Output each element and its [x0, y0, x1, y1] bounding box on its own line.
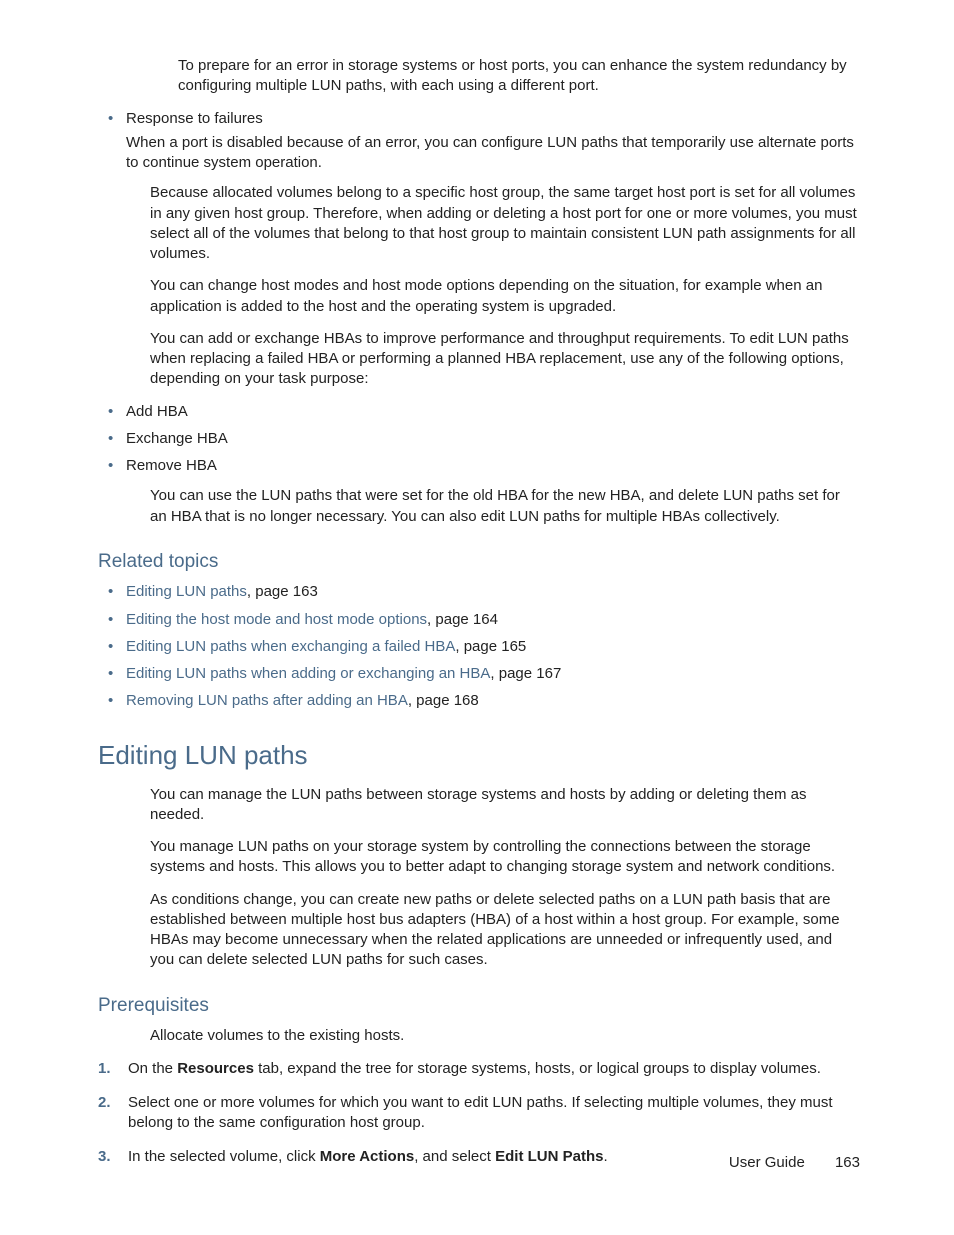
- link-exchanging-failed-hba[interactable]: Editing LUN paths when exchanging a fail…: [126, 638, 455, 655]
- link-editing-lun-paths[interactable]: Editing LUN paths: [126, 583, 247, 600]
- step-1-bold: Resources: [177, 1060, 254, 1077]
- bullet-head-response: Response to failures: [126, 109, 860, 129]
- step-3-after: .: [603, 1148, 607, 1165]
- link-editing-host-mode[interactable]: Editing the host mode and host mode opti…: [126, 611, 427, 628]
- intro-bullet-list: Response to failures When a port is disa…: [98, 109, 860, 174]
- prereq-steps: 1. On the Resources tab, expand the tree…: [98, 1059, 860, 1168]
- step-3-bold2: Edit LUN Paths: [495, 1148, 603, 1165]
- editing-para-2: You manage LUN paths on your storage sys…: [150, 837, 860, 878]
- document-page: To prepare for an error in storage syste…: [0, 0, 954, 1235]
- hba-options-list: Add HBA Exchange HBA Remove HBA: [98, 402, 860, 477]
- step-2: 2. Select one or more volumes for which …: [98, 1093, 860, 1134]
- related-suffix-4: , page 167: [490, 665, 561, 682]
- bullet-body-response: When a port is disabled because of an er…: [126, 134, 854, 171]
- related-suffix-1: , page 163: [247, 583, 318, 600]
- heading-editing-lun-paths: Editing LUN paths: [98, 738, 860, 773]
- footer-label: User Guide: [729, 1154, 805, 1171]
- editing-para-1: You can manage the LUN paths between sto…: [150, 785, 860, 826]
- related-item-2: Editing the host mode and host mode opti…: [98, 610, 860, 630]
- hba-option-exchange: Exchange HBA: [98, 429, 860, 449]
- prereq-para: Allocate volumes to the existing hosts.: [150, 1026, 860, 1046]
- step-3-bold1: More Actions: [320, 1148, 414, 1165]
- related-suffix-3: , page 165: [455, 638, 526, 655]
- related-item-4: Editing LUN paths when adding or exchang…: [98, 664, 860, 684]
- step-1-number: 1.: [98, 1059, 111, 1079]
- step-2-number: 2.: [98, 1093, 111, 1113]
- related-item-3: Editing LUN paths when exchanging a fail…: [98, 637, 860, 657]
- para-hba-intro: You can add or exchange HBAs to improve …: [150, 329, 860, 390]
- step-1-after: tab, expand the tree for storage systems…: [254, 1060, 821, 1077]
- intro-para-redundancy: To prepare for an error in storage syste…: [178, 56, 860, 97]
- related-topics-list: Editing LUN paths, page 163 Editing the …: [98, 582, 860, 711]
- para-host-modes: You can change host modes and host mode …: [150, 276, 860, 317]
- hba-option-add: Add HBA: [98, 402, 860, 422]
- page-footer: User Guide 163: [729, 1154, 860, 1171]
- step-3-mid: , and select: [414, 1148, 495, 1165]
- step-3-number: 3.: [98, 1147, 111, 1167]
- link-removing-lun-paths[interactable]: Removing LUN paths after adding an HBA: [126, 692, 408, 709]
- step-1: 1. On the Resources tab, expand the tree…: [98, 1059, 860, 1079]
- related-item-5: Removing LUN paths after adding an HBA, …: [98, 691, 860, 711]
- heading-related-topics: Related topics: [98, 549, 860, 575]
- related-suffix-2: , page 164: [427, 611, 498, 628]
- page-number: 163: [835, 1154, 860, 1171]
- related-suffix-5: , page 168: [408, 692, 479, 709]
- intro-bullet-response: Response to failures When a port is disa…: [98, 109, 860, 174]
- page-content: To prepare for an error in storage syste…: [98, 56, 860, 1168]
- hba-option-remove: Remove HBA: [98, 456, 860, 476]
- para-host-group: Because allocated volumes belong to a sp…: [150, 183, 860, 264]
- link-adding-exchanging-hba[interactable]: Editing LUN paths when adding or exchang…: [126, 665, 490, 682]
- related-item-1: Editing LUN paths, page 163: [98, 582, 860, 602]
- step-2-text: Select one or more volumes for which you…: [128, 1094, 833, 1131]
- editing-para-3: As conditions change, you can create new…: [150, 890, 860, 971]
- para-hba-summary: You can use the LUN paths that were set …: [150, 486, 860, 527]
- heading-prerequisites: Prerequisites: [98, 993, 860, 1019]
- step-1-before: On the: [128, 1060, 177, 1077]
- step-3-before: In the selected volume, click: [128, 1148, 320, 1165]
